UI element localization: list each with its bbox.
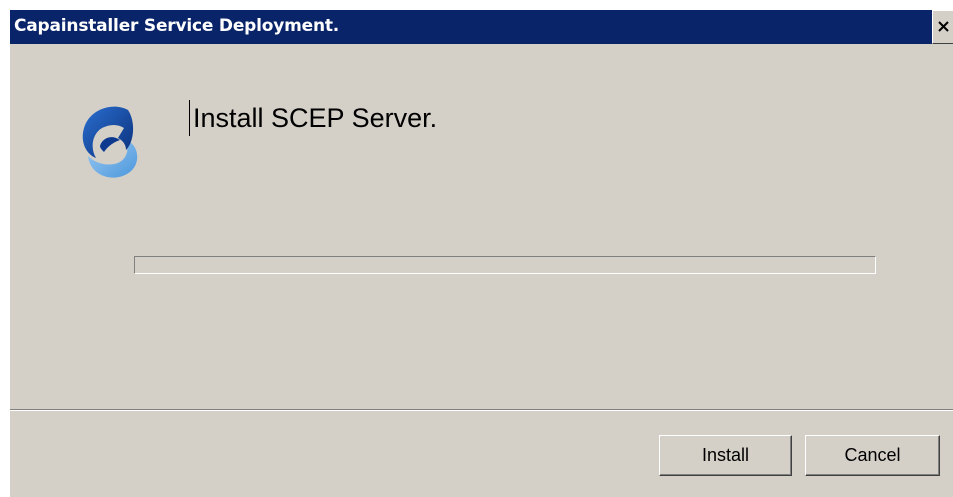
- page-title: Install SCEP Server.: [193, 102, 438, 133]
- heading-area: Install SCEP Server.: [189, 98, 437, 138]
- separator: [10, 409, 953, 411]
- title-bar[interactable]: Capainstaller Service Deployment.: [10, 10, 953, 44]
- window-title: Capainstaller Service Deployment.: [14, 16, 340, 36]
- text-caret: [189, 100, 190, 136]
- install-button[interactable]: Install: [659, 435, 792, 476]
- cancel-button[interactable]: Cancel: [805, 435, 940, 476]
- progress-bar: [134, 256, 876, 274]
- close-button[interactable]: [932, 10, 953, 44]
- capainstaller-logo: [82, 106, 138, 178]
- dialog-window: Capainstaller Service Deployment. Instal: [9, 9, 953, 497]
- close-icon: [937, 21, 949, 32]
